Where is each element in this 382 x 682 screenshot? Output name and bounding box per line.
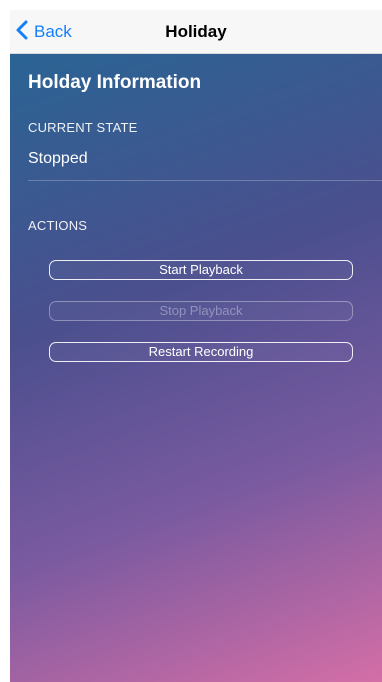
- current-state-value: Stopped: [28, 150, 88, 167]
- divider: [28, 180, 382, 181]
- actions-label: ACTIONS: [28, 218, 88, 233]
- content-area: Holday Information CURRENT STATE Stopped…: [10, 54, 382, 682]
- navigation-bar: Back Holiday: [10, 10, 382, 54]
- current-state-label: CURRENT STATE: [28, 120, 138, 135]
- back-button-label: Back: [34, 22, 72, 41]
- app-screen: Back Holiday Holday Information CURRENT …: [10, 10, 382, 682]
- chevron-left-icon: [16, 20, 34, 45]
- back-button[interactable]: Back: [16, 10, 72, 54]
- restart-recording-button[interactable]: Restart Recording: [49, 342, 353, 362]
- stop-playback-button[interactable]: Stop Playback: [49, 301, 353, 321]
- start-playback-button[interactable]: Start Playback: [49, 260, 353, 280]
- section-heading: Holday Information: [28, 72, 202, 93]
